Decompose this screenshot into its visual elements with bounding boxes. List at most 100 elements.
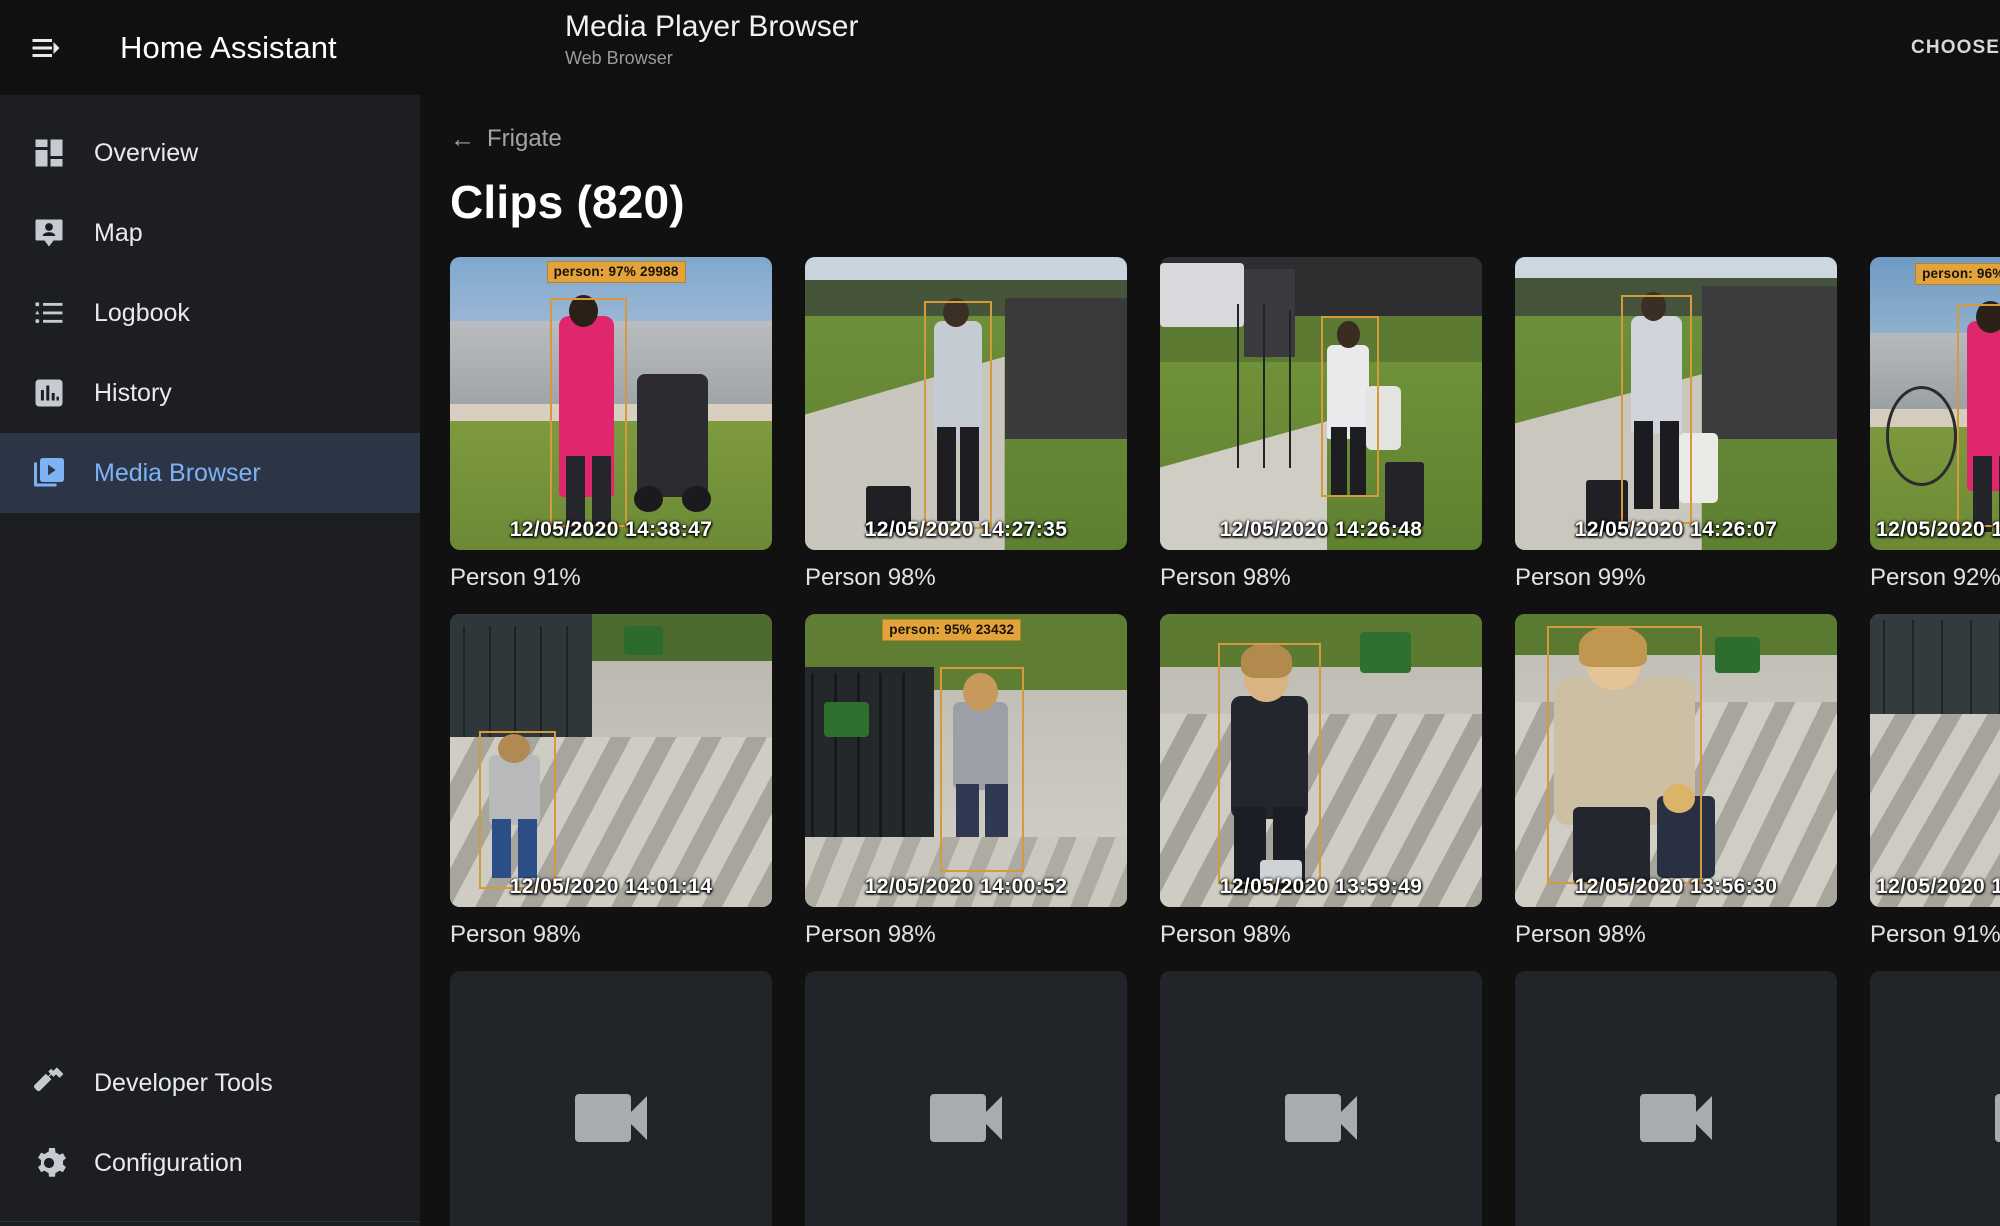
app-root: Home Assistant Media Player Browser Web … <box>0 0 2000 1226</box>
format-list-bulleted-icon <box>18 295 80 331</box>
clip-timestamp: 12/05/2020 14:26:07 <box>1574 518 1778 541</box>
body-wrapper: Overview Map Logbook History Media Brows… <box>0 95 2000 1226</box>
clip-caption: Person 98% <box>1160 564 1291 591</box>
clip-timestamp: 12/05/2020 14:26:48 <box>1219 518 1423 541</box>
media-player-title: Media Player Browser <box>565 10 859 43</box>
page-header-group: Media Player Browser Web Browser <box>565 8 858 70</box>
clip-timestamp: 12/05/2020 13:56:30 <box>1574 875 1778 898</box>
sidebar-item-label: Configuration <box>94 1148 243 1177</box>
top-app-bar: Home Assistant Media Player Browser Web … <box>0 0 2000 95</box>
clip-card[interactable]: person: 95% 23432 12/05/2020 14:00:52 Pe… <box>805 614 1127 949</box>
arrow-left-icon: ← <box>450 124 475 153</box>
video-icon <box>1640 1093 1712 1142</box>
clip-caption: Person 98% <box>1515 921 1646 948</box>
sidebar-item-logbook[interactable]: Logbook <box>0 273 420 353</box>
scene-image <box>1160 614 1482 907</box>
detection-label: person: 95% 23432 <box>882 619 1022 641</box>
clip-card-placeholder[interactable] <box>450 971 772 1226</box>
sidebar: Overview Map Logbook History Media Brows… <box>0 95 420 1226</box>
clip-card-placeholder[interactable] <box>805 971 1127 1226</box>
clip-thumbnail-placeholder[interactable] <box>1160 971 1482 1226</box>
app-title: Home Assistant <box>120 29 337 65</box>
clip-thumbnail[interactable]: 12/05/2020 14:27:35 <box>805 257 1127 550</box>
sidebar-item-label: Map <box>94 218 143 247</box>
clip-timestamp: 12/05/2020 14:27:35 <box>864 518 1068 541</box>
clip-card-placeholder[interactable] <box>1160 971 1482 1226</box>
sidebar-item-label: Developer Tools <box>94 1068 273 1097</box>
video-icon <box>930 1093 1002 1142</box>
clip-timestamp: 12/05/2020 13:58:17 <box>1876 875 2000 898</box>
clip-timestamp: 12/05/2020 14:38:47 <box>509 518 713 541</box>
clip-card[interactable]: person: 97% 29988 12/05/2020 14:38:47 Pe… <box>450 257 772 592</box>
clip-card-placeholder[interactable] <box>1870 971 2000 1226</box>
clip-caption: Person 92% <box>1870 564 2000 591</box>
sidebar-item-history[interactable]: History <box>0 353 420 433</box>
scene-image <box>1870 614 2000 907</box>
choose-player-button[interactable]: CHOOSE <box>1893 25 2000 71</box>
map-marker-account-icon <box>18 215 80 251</box>
clip-caption: Person 98% <box>1160 921 1291 948</box>
clip-caption: Person 91% <box>1870 921 2000 948</box>
clip-thumbnail-placeholder[interactable] <box>1515 971 1837 1226</box>
clip-caption: Person 91% <box>450 564 581 591</box>
sidebar-item-label: Media Browser <box>94 458 261 487</box>
clip-card[interactable]: person: 96% 32154 12/05/2020 14:0 Person… <box>1870 257 2000 592</box>
clip-thumbnail[interactable]: person: 97% 29988 12/05/2020 14:38:47 <box>450 257 772 550</box>
clip-timestamp: 12/05/2020 14:01:14 <box>509 875 713 898</box>
sidebar-bottom-list: Developer Tools Configuration <box>0 1043 420 1226</box>
detection-label: person: 96% 32154 <box>1915 263 2000 285</box>
breadcrumb-back-frigate[interactable]: ← Frigate <box>450 125 562 153</box>
page-title: Clips (820) <box>450 176 685 228</box>
sidebar-item-label: History <box>94 378 172 407</box>
video-icon <box>1995 1093 2000 1142</box>
clip-card[interactable]: 12/05/2020 14:27:35 Person 98% <box>805 257 1127 592</box>
sidebar-divider <box>0 1221 420 1222</box>
clip-card[interactable]: 12/05/2020 14:01:14 Person 98% <box>450 614 772 949</box>
sidebar-item-map[interactable]: Map <box>0 193 420 273</box>
clip-caption: Person 98% <box>805 564 936 591</box>
clip-thumbnail[interactable]: 12/05/2020 14:26:07 <box>1515 257 1837 550</box>
sidebar-item-configuration[interactable]: Configuration <box>0 1123 420 1203</box>
main-content: ← Frigate Clips (820) person: 97% 29988 … <box>420 95 2000 1226</box>
clip-caption: Person 98% <box>805 921 936 948</box>
clip-thumbnail-placeholder[interactable] <box>1870 971 2000 1226</box>
clip-thumbnail[interactable]: 12/05/2020 13:56:30 <box>1515 614 1837 907</box>
sidebar-item-label: Overview <box>94 138 199 167</box>
clip-caption: Person 99% <box>1515 564 1646 591</box>
clip-thumbnail-placeholder[interactable] <box>450 971 772 1226</box>
sidebar-item-overview[interactable]: Overview <box>0 113 420 193</box>
clip-card[interactable]: 12/05/2020 14:26:48 Person 98% <box>1160 257 1482 592</box>
cog-icon <box>18 1145 80 1181</box>
breadcrumb-label: Frigate <box>487 125 562 152</box>
clip-thumbnail[interactable]: 12/05/2020 13:58:17 <box>1870 614 2000 907</box>
chart-box-icon <box>18 375 80 411</box>
clips-grid: person: 97% 29988 12/05/2020 14:38:47 Pe… <box>450 257 2000 1226</box>
clip-card[interactable]: 12/05/2020 13:56:30 Person 98% <box>1515 614 1837 949</box>
sidebar-nav-list: Overview Map Logbook History Media Brows… <box>0 113 420 513</box>
sidebar-item-media-browser[interactable]: Media Browser <box>0 433 420 513</box>
clip-thumbnail[interactable]: 12/05/2020 14:26:48 <box>1160 257 1482 550</box>
clip-thumbnail[interactable]: person: 95% 23432 12/05/2020 14:00:52 <box>805 614 1127 907</box>
clip-thumbnail[interactable]: person: 96% 32154 12/05/2020 14:0 <box>1870 257 2000 550</box>
clip-thumbnail[interactable]: 12/05/2020 14:01:14 <box>450 614 772 907</box>
menu-open-icon[interactable] <box>14 16 78 80</box>
play-box-multiple-icon <box>18 455 80 491</box>
clip-card[interactable]: 12/05/2020 14:26:07 Person 99% <box>1515 257 1837 592</box>
clip-card-placeholder[interactable] <box>1515 971 1837 1226</box>
clip-timestamp: 12/05/2020 14:00:52 <box>864 875 1068 898</box>
clip-card[interactable]: 12/05/2020 13:59:49 Person 98% <box>1160 614 1482 949</box>
clip-caption: Person 98% <box>450 921 581 948</box>
hammer-icon <box>18 1065 80 1101</box>
clip-thumbnail-placeholder[interactable] <box>805 971 1127 1226</box>
clip-thumbnail[interactable]: 12/05/2020 13:59:49 <box>1160 614 1482 907</box>
video-icon <box>575 1093 647 1142</box>
media-player-subtitle: Web Browser <box>565 47 673 68</box>
clip-timestamp: 12/05/2020 13:59:49 <box>1219 875 1423 898</box>
detection-label: person: 97% 29988 <box>546 261 686 283</box>
clip-timestamp: 12/05/2020 14:0 <box>1876 518 2000 541</box>
clip-card[interactable]: 12/05/2020 13:58:17 Person 91% <box>1870 614 2000 949</box>
sidebar-item-label: Logbook <box>94 298 190 327</box>
sidebar-item-developer-tools[interactable]: Developer Tools <box>0 1043 420 1123</box>
view-dashboard-icon <box>18 135 80 171</box>
